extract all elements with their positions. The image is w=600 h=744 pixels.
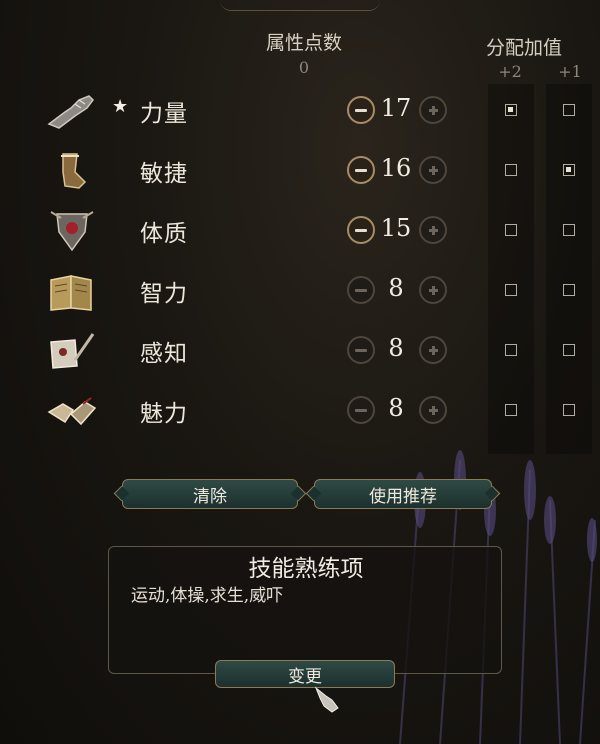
bonus-plus2-checkbox[interactable] (505, 404, 517, 416)
bonus-plus1-checkbox[interactable] (563, 344, 575, 356)
skill-proficiencies-panel: 技能熟练项 运动,体操,求生,威吓 (108, 546, 502, 674)
attribute-row-charisma: 魅力 8 (0, 382, 600, 442)
attribute-value: 17 (380, 94, 412, 122)
attribute-value: 8 (388, 334, 404, 362)
attribute-value: 8 (388, 394, 404, 422)
minus-icon (355, 228, 367, 232)
change-button[interactable]: 变更 (215, 660, 395, 688)
increase-button[interactable] (419, 96, 447, 124)
star-icon: ★ (112, 96, 129, 117)
increase-button[interactable] (419, 336, 447, 364)
minus-icon (355, 408, 367, 412)
bonus-plus2-checkbox[interactable] (505, 104, 517, 116)
attribute-name: 感知 (140, 341, 188, 367)
bonus-plus1-checkbox[interactable] (563, 404, 575, 416)
gauntlet-cursor-icon (314, 686, 339, 713)
bonus-title: 分配加值 (485, 37, 562, 59)
bonus-plus2-checkbox[interactable] (505, 344, 517, 356)
attribute-value: 15 (380, 214, 412, 242)
decrease-button[interactable] (347, 396, 375, 424)
attribute-row-intelligence: 智力 8 (0, 262, 600, 322)
attribute-value: 16 (380, 154, 412, 182)
attribute-row-wisdom: 感知 8 (0, 322, 600, 382)
bonus-plus1-checkbox[interactable] (563, 104, 575, 116)
bonus-plus1-checkbox[interactable] (563, 284, 575, 296)
bonus-plus1-checkbox[interactable] (563, 164, 575, 176)
book-icon (45, 270, 99, 314)
bonus-plus1-checkbox[interactable] (563, 224, 575, 236)
attribute-row-constitution: 体质 15 (0, 202, 600, 262)
increase-button[interactable] (419, 216, 447, 244)
decrease-button[interactable] (347, 96, 375, 124)
scroll-quill-icon (45, 330, 99, 374)
attribute-name: 力量 (140, 101, 188, 127)
minus-icon (355, 288, 367, 292)
attribute-name: 魅力 (140, 401, 188, 427)
decrease-button[interactable] (347, 276, 375, 304)
points-remaining: 0 (298, 58, 310, 77)
increase-button[interactable] (419, 156, 447, 184)
bonus-plus2-checkbox[interactable] (505, 224, 517, 236)
bonus-plus2-checkbox[interactable] (505, 284, 517, 296)
decrease-button[interactable] (347, 156, 375, 184)
decrease-button[interactable] (347, 216, 375, 244)
skills-list: 运动,体操,求生,威吓 (131, 586, 284, 606)
bonus-plus1-label: +1 (558, 62, 582, 81)
decrease-button[interactable] (347, 336, 375, 364)
top-ornament (220, 0, 380, 11)
points-title: 属性点数 (265, 32, 342, 54)
attribute-row-dexterity: 敏捷 16 (0, 142, 600, 202)
bonus-plus2-checkbox[interactable] (505, 164, 517, 176)
minus-icon (355, 108, 367, 112)
use-recommended-button[interactable]: 使用推荐 (314, 479, 492, 509)
gauntlet-icon (45, 90, 99, 134)
attribute-name: 智力 (140, 281, 188, 307)
attribute-value: 8 (388, 274, 404, 302)
attribute-name: 敏捷 (140, 161, 188, 187)
attribute-row-strength: ★ 力量 17 (0, 82, 600, 142)
hands-icon (45, 390, 99, 434)
clear-button[interactable]: 清除 (122, 479, 298, 509)
shield-heart-icon (45, 210, 99, 254)
bonus-plus2-label: +2 (498, 62, 522, 81)
minus-icon (355, 348, 367, 352)
increase-button[interactable] (419, 276, 447, 304)
attribute-name: 体质 (140, 221, 188, 247)
minus-icon (355, 168, 367, 172)
boot-icon (45, 150, 99, 194)
skills-title: 技能熟练项 (248, 556, 364, 582)
increase-button[interactable] (419, 396, 447, 424)
